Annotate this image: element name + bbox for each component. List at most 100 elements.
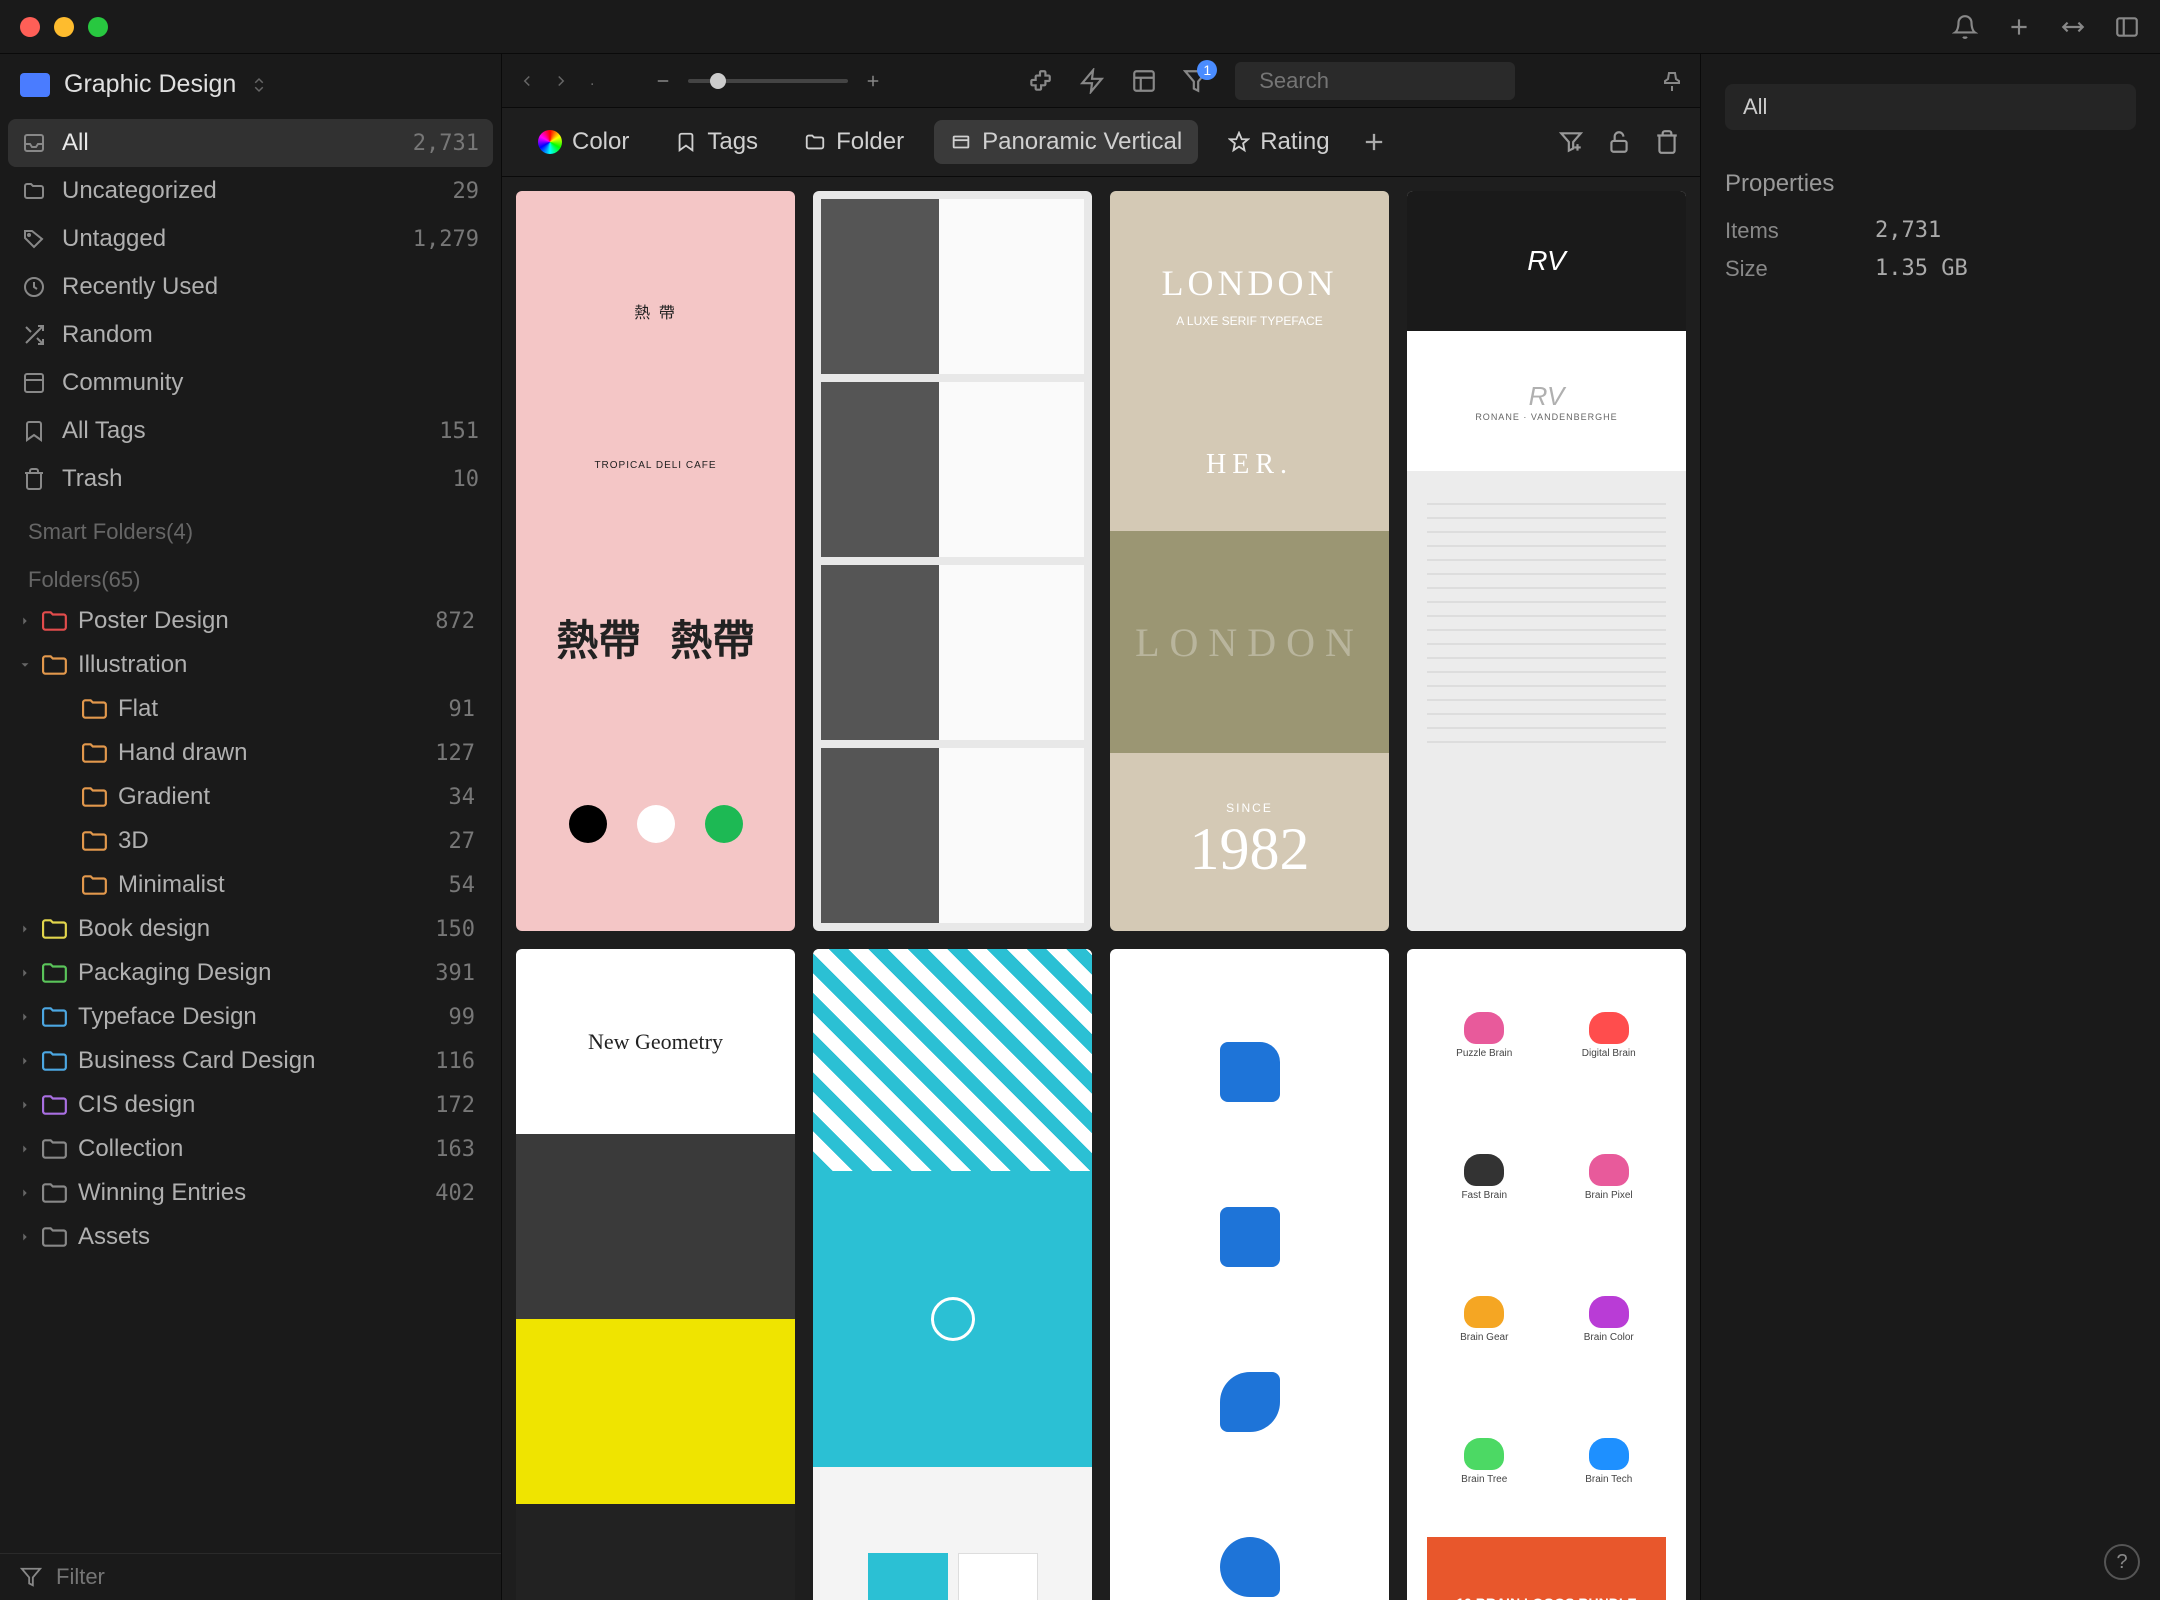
folder-label: Gradient	[118, 783, 439, 811]
chevron-right-icon[interactable]	[18, 1142, 32, 1156]
filter-chip-panoramic-vertical[interactable]: Panoramic Vertical	[934, 120, 1198, 164]
sidebar-item-uncategorized[interactable]: Uncategorized 29	[8, 167, 493, 215]
trash-icon[interactable]	[1654, 129, 1680, 155]
filter-toolbar-icon[interactable]: 1	[1183, 68, 1209, 94]
chevron-right-icon[interactable]	[18, 1010, 32, 1024]
sidebar-item-count: 29	[453, 179, 480, 204]
sidebar-filter-input[interactable]	[56, 1564, 481, 1590]
folder-icon	[42, 1006, 68, 1028]
sidebar-item-trash[interactable]: Trash10	[8, 455, 493, 503]
sync-icon[interactable]	[2060, 14, 2086, 40]
chevron-right-icon[interactable]	[18, 614, 32, 628]
maximize-window[interactable]	[88, 17, 108, 37]
folder-hand-drawn[interactable]: Hand drawn127	[8, 731, 493, 775]
nav-forward-icon[interactable]	[552, 72, 570, 90]
folder-poster-design[interactable]: Poster Design872	[8, 599, 493, 643]
sidebar-toggle-icon[interactable]	[2114, 14, 2140, 40]
thumb-text: LONDON	[1162, 262, 1338, 304]
chevron-right-icon[interactable]	[18, 1098, 32, 1112]
folder-count: 391	[435, 961, 483, 986]
folder-collection[interactable]: Collection163	[8, 1127, 493, 1171]
sidebar-item-count: 2,731	[413, 131, 479, 156]
folder-cis-design[interactable]: CIS design172	[8, 1083, 493, 1127]
help-button[interactable]: ?	[2104, 1544, 2140, 1580]
add-filter-button[interactable]	[1360, 128, 1388, 156]
pin-icon[interactable]	[1660, 69, 1684, 93]
chevron-right-icon[interactable]	[18, 1054, 32, 1068]
grid-item[interactable]	[1110, 949, 1389, 1600]
folder-gradient[interactable]: Gradient34	[8, 775, 493, 819]
grid-item[interactable]: Puzzle BrainDigital BrainFast BrainBrain…	[1407, 949, 1686, 1600]
folder-book-design[interactable]: Book design150	[8, 907, 493, 951]
chevron-up-down-icon	[250, 76, 268, 94]
image-grid: 熱 帶 TROPICAL DELI CAFE 熱帶熱帶 LONDON A L	[502, 177, 1700, 1600]
sidebar-item-community[interactable]: Community	[8, 359, 493, 407]
sidebar-item-label: Community	[62, 369, 479, 397]
sidebar-item-label: Uncategorized	[62, 177, 437, 205]
folder-winning-entries[interactable]: Winning Entries402	[8, 1171, 493, 1215]
chevron-right-icon[interactable]	[18, 966, 32, 980]
grid-item[interactable]: LONDON A LUXE SERIF TYPEFACE HER. LONDON…	[1110, 191, 1389, 931]
window-chrome	[0, 0, 2160, 54]
folder-packaging-design[interactable]: Packaging Design391	[8, 951, 493, 995]
folder-3d[interactable]: 3D27	[8, 819, 493, 863]
bell-icon[interactable]	[1952, 14, 1978, 40]
thumb-text: RV	[1527, 245, 1565, 277]
folder-flat[interactable]: Flat91	[8, 687, 493, 731]
folder-illustration[interactable]: Illustration	[8, 643, 493, 687]
layout-icon[interactable]	[1131, 68, 1157, 94]
grid-item[interactable]	[813, 191, 1092, 931]
folder-count: 872	[435, 609, 483, 634]
bolt-icon[interactable]	[1079, 68, 1105, 94]
folder-label: Collection	[78, 1135, 425, 1163]
sidebar-item-all[interactable]: All2,731	[8, 119, 493, 167]
filter-chip-folder[interactable]: Folder	[788, 120, 920, 164]
zoom-out-icon[interactable]	[654, 72, 672, 90]
plus-icon[interactable]	[2006, 14, 2032, 40]
zoom-thumb[interactable]	[710, 73, 726, 89]
zoom-in-icon[interactable]	[864, 72, 882, 90]
brain-icon	[1464, 1438, 1504, 1470]
section-smart-folders[interactable]: Smart Folders(4)	[8, 503, 493, 551]
grid-item[interactable]: RV RV RONANE · VANDENBERGHE	[1407, 191, 1686, 931]
grid-item[interactable]	[813, 949, 1092, 1600]
grid-item[interactable]: 熱 帶 TROPICAL DELI CAFE 熱帶熱帶	[516, 191, 795, 931]
nav-back-icon[interactable]	[518, 72, 536, 90]
lock-icon[interactable]	[1606, 129, 1632, 155]
sidebar-item-all-tags[interactable]: All Tags151	[8, 407, 493, 455]
inspector-tab-all[interactable]: All	[1725, 84, 2136, 130]
clock-icon	[22, 275, 46, 299]
zoom-slider[interactable]	[688, 79, 848, 83]
folder-typeface-design[interactable]: Typeface Design99	[8, 995, 493, 1039]
save-filter-icon[interactable]	[1558, 129, 1584, 155]
folder-count: 27	[449, 829, 484, 854]
folder-minimalist[interactable]: Minimalist54	[8, 863, 493, 907]
close-window[interactable]	[20, 17, 40, 37]
chevron-right-icon[interactable]	[18, 1230, 32, 1244]
inbox-icon	[22, 131, 46, 155]
chevron-down-icon[interactable]	[18, 658, 32, 672]
sidebar-item-label: Recently Used	[62, 273, 479, 301]
filter-chip-label: Tags	[707, 128, 758, 156]
sidebar-item-recently-used[interactable]: Recently Used	[8, 263, 493, 311]
thumb-text: 熱帶	[556, 607, 640, 668]
section-folders[interactable]: Folders(65)	[8, 551, 493, 599]
minimize-window[interactable]	[54, 17, 74, 37]
chevron-right-icon[interactable]	[18, 1186, 32, 1200]
folder-assets[interactable]: Assets	[8, 1215, 493, 1259]
brain-icon	[1464, 1012, 1504, 1044]
thumb-text: Brain Gear	[1460, 1332, 1508, 1343]
filter-chip-color[interactable]: Color	[522, 120, 645, 164]
chevron-right-icon[interactable]	[18, 922, 32, 936]
search-input[interactable]	[1259, 68, 1547, 94]
grid-item[interactable]: New Geometry	[516, 949, 795, 1600]
extension-icon[interactable]	[1027, 68, 1053, 94]
library-switcher[interactable]: Graphic Design	[0, 54, 501, 115]
folder-business-card-design[interactable]: Business Card Design116	[8, 1039, 493, 1083]
panel-section-title: Properties	[1701, 140, 2160, 212]
logo-icon	[1220, 1042, 1280, 1102]
filter-chip-tags[interactable]: Tags	[659, 120, 774, 164]
sidebar-item-random[interactable]: Random	[8, 311, 493, 359]
filter-chip-rating[interactable]: Rating	[1212, 120, 1345, 164]
sidebar-item-untagged[interactable]: Untagged1,279	[8, 215, 493, 263]
